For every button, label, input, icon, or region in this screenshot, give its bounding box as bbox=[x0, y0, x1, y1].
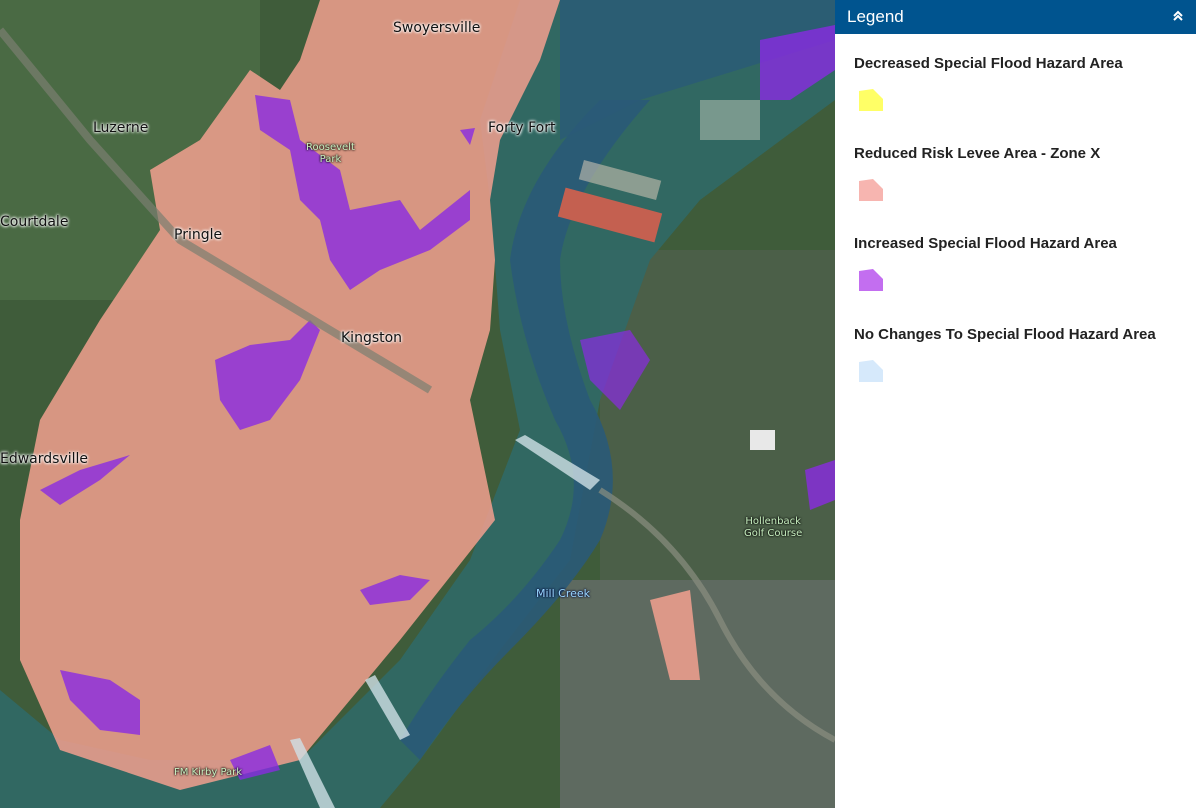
place-label: Kingston bbox=[341, 330, 403, 346]
legend-swatch bbox=[859, 179, 883, 201]
legend-item: Increased Special Flood Hazard Area bbox=[854, 235, 1117, 291]
legend-swatch bbox=[859, 269, 883, 291]
legend-swatch bbox=[859, 89, 883, 111]
place-label: Forty Fort bbox=[488, 120, 556, 136]
legend-swatch bbox=[859, 360, 883, 382]
legend-item: Reduced Risk Levee Area - Zone X bbox=[854, 145, 1101, 201]
place-label: Edwardsville bbox=[0, 451, 89, 467]
place-label: Swoyersville bbox=[393, 20, 481, 36]
water-label: Mill Creek bbox=[536, 587, 591, 600]
place-label: Pringle bbox=[174, 227, 223, 243]
place-label: Courtdale bbox=[0, 214, 69, 230]
double-chevron-up-icon[interactable] bbox=[1172, 9, 1184, 25]
poi-label: Hollenback Golf Course bbox=[744, 516, 803, 539]
legend-item: Decreased Special Flood Hazard Area bbox=[854, 55, 1123, 111]
map-view[interactable]: Swoyersville Luzerne Forty Fort Courtdal… bbox=[0, 0, 835, 808]
legend-item-label: No Changes To Special Flood Hazard Area bbox=[854, 326, 1156, 343]
place-label: Luzerne bbox=[93, 120, 149, 136]
legend-item-label: Increased Special Flood Hazard Area bbox=[854, 235, 1117, 252]
poi-label: FM Kirby Park bbox=[174, 767, 243, 778]
legend-item-label: Decreased Special Flood Hazard Area bbox=[854, 55, 1123, 72]
legend-title: Legend bbox=[847, 7, 904, 26]
legend-panel: Legend Decreased Special Flood Hazard Ar… bbox=[835, 0, 1196, 808]
poi-label: Roosevelt Park bbox=[306, 142, 355, 165]
legend-header[interactable]: Legend bbox=[835, 0, 1196, 34]
legend-item: No Changes To Special Flood Hazard Area bbox=[854, 326, 1156, 382]
legend-item-label: Reduced Risk Levee Area - Zone X bbox=[854, 145, 1101, 162]
